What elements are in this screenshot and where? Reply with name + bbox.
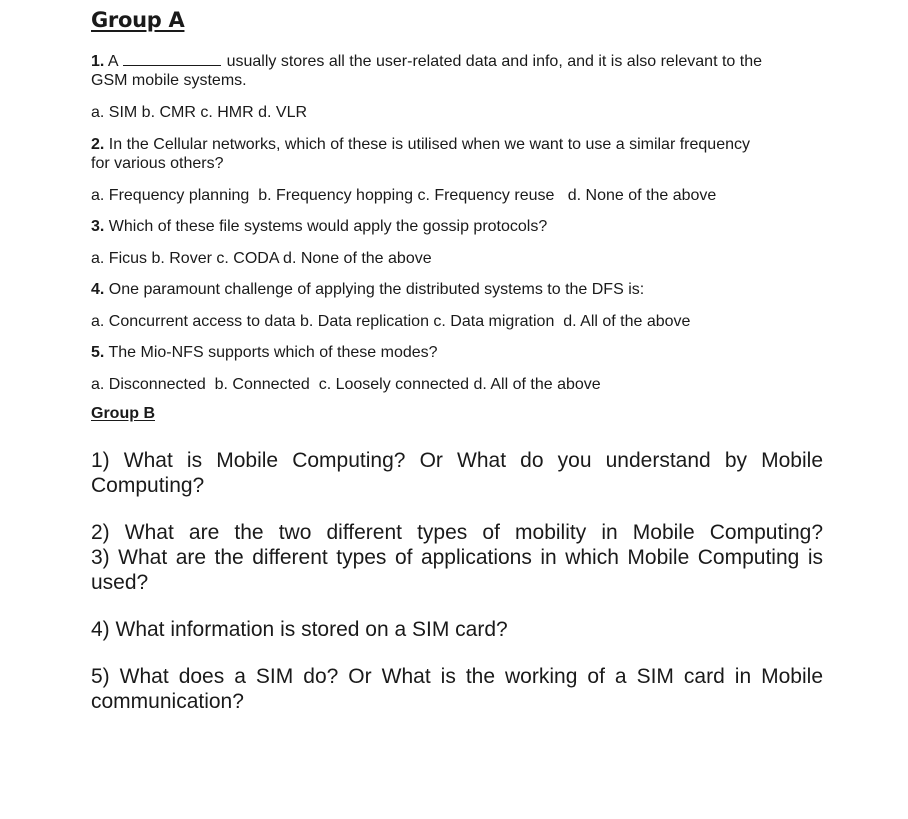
q2-options: a. Frequency planning b. Frequency hoppi…	[91, 187, 717, 204]
group-b-q2-line1: 2) What are the two different types of m…	[91, 521, 823, 544]
q5-number: 5.	[91, 344, 105, 361]
group-a-q5: 5. The Mio-NFS supports which of these m…	[91, 343, 438, 362]
q1-text-continued: GSM mobile systems.	[91, 72, 247, 89]
group-a-q2: 2. In the Cellular networks, which of th…	[91, 135, 750, 154]
q1-answer-blank	[122, 53, 221, 66]
q4-text: One paramount challenge of applying the …	[108, 281, 645, 298]
group-a-heading: Group A	[91, 8, 185, 32]
group-a-q1: 1. Ausually stores all the user-related …	[91, 52, 762, 71]
group-b-heading: Group B	[91, 405, 155, 422]
group-a-q4: 4. One paramount challenge of applying t…	[91, 280, 644, 299]
q4-options: a. Concurrent access to data b. Data rep…	[91, 313, 691, 330]
q5-text: The Mio-NFS supports which of these mode…	[108, 344, 438, 361]
q1-number: 1.	[91, 53, 105, 70]
group-b-q3-line2: used?	[91, 571, 149, 594]
group-b-q4-line1: 4) What information is stored on a SIM c…	[91, 618, 508, 641]
q3-text: Which of these file systems would apply …	[108, 218, 548, 235]
q2-number: 2.	[91, 136, 105, 153]
group-b-q3-line1: 3) What are the different types of appli…	[91, 546, 823, 569]
q1-text-start: A	[107, 53, 119, 70]
q5-options: a. Disconnected b. Connected c. Loosely …	[91, 376, 601, 393]
group-b-q5-line1: 5) What does a SIM do? Or What is the wo…	[91, 665, 823, 688]
q4-number: 4.	[91, 281, 105, 298]
group-b-q5-line2: communication?	[91, 690, 244, 713]
q3-number: 3.	[91, 218, 105, 235]
group-b-q1-line2: Computing?	[91, 474, 205, 497]
q1-options: a. SIM b. CMR c. HMR d. VLR	[91, 104, 308, 121]
q2-text-line2: for various others?	[91, 155, 224, 172]
q3-options: a. Ficus b. Rover c. CODA d. None of the…	[91, 250, 432, 267]
group-b-q1-line1: 1) What is Mobile Computing? Or What do …	[91, 449, 823, 472]
group-a-q3: 3. Which of these file systems would app…	[91, 217, 547, 236]
q1-text-end: usually stores all the user-related data…	[226, 53, 762, 70]
q2-text-line1: In the Cellular networks, which of these…	[108, 136, 750, 153]
